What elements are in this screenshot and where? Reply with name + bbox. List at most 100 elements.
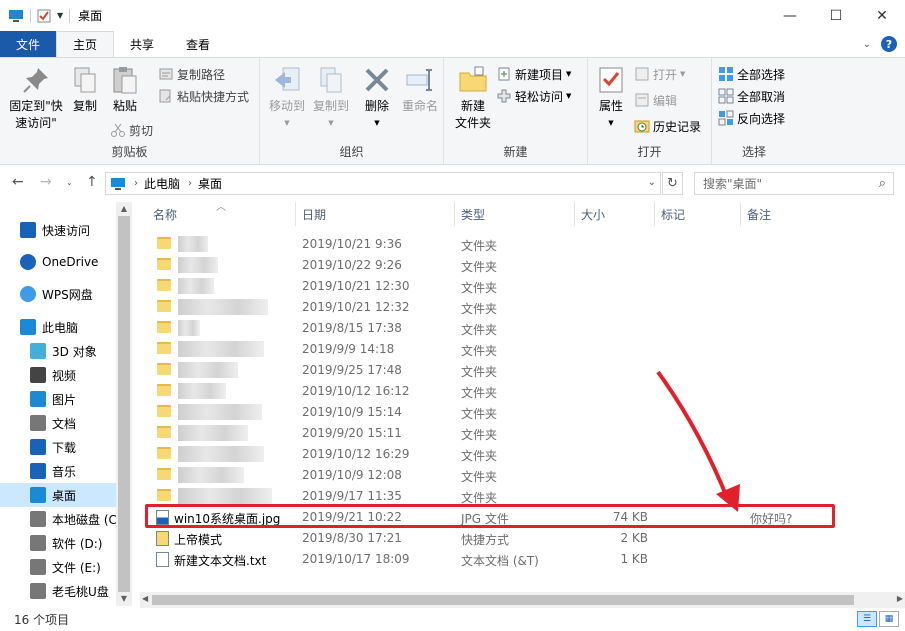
column-divider[interactable]: [654, 202, 655, 226]
pin-quick-access-button[interactable]: 固定到"快 速访问": [6, 64, 66, 132]
maximize-button[interactable]: ☐: [813, 0, 859, 31]
nav-item-label: 视频: [52, 368, 77, 383]
file-size: 2 KB: [620, 531, 648, 545]
history-button[interactable]: 历史记录: [634, 116, 701, 136]
new-item-button[interactable]: 新建项目 ▼: [496, 64, 571, 84]
document-icon: [30, 415, 46, 431]
nav-item-10[interactable]: 桌面: [0, 483, 116, 507]
nav-item-12[interactable]: 软件 (D:): [0, 531, 116, 555]
table-row[interactable]: 2019/9/9 14:18 文件夹: [148, 339, 838, 360]
search-input[interactable]: 搜索"桌面" ⌕: [694, 172, 894, 195]
nav-item-4[interactable]: 3D 对象: [0, 339, 116, 363]
nav-item-3[interactable]: 此电脑: [0, 315, 116, 339]
back-arrow-icon[interactable]: ←: [12, 174, 24, 190]
scrollbar-thumb[interactable]: [118, 216, 130, 592]
scroll-down-arrow-icon[interactable]: ▼: [116, 592, 132, 606]
move-to-label: 移动到: [268, 99, 305, 113]
file-date: 2019/10/9 15:14: [302, 405, 402, 419]
scrollbar-thumb[interactable]: [152, 595, 854, 605]
copy-to-button[interactable]: 复制到 ▼: [308, 64, 354, 132]
collapse-ribbon-chevron-icon[interactable]: ⌄: [863, 39, 871, 50]
copy-path-button[interactable]: 复制路径: [158, 64, 225, 84]
paste-shortcut-button[interactable]: 粘贴快捷方式: [158, 86, 249, 106]
close-button[interactable]: ✕: [859, 0, 905, 31]
nav-item-14[interactable]: 老毛桃U盘: [0, 579, 116, 603]
table-row[interactable]: 2019/10/9 15:14 文件夹: [148, 402, 838, 423]
tab-file[interactable]: 文件: [0, 31, 56, 57]
scroll-right-arrow-icon[interactable]: ▶: [897, 594, 903, 603]
table-row[interactable]: 2019/9/25 17:48 文件夹: [148, 360, 838, 381]
cut-button[interactable]: 剪切: [110, 120, 153, 140]
navigation-pane-scrollbar[interactable]: ▲ ▼: [116, 202, 132, 606]
scroll-left-arrow-icon[interactable]: ◀: [142, 594, 148, 603]
tab-home[interactable]: 主页: [56, 31, 115, 57]
table-row[interactable]: 2019/10/22 9:26 文件夹: [148, 255, 838, 276]
scroll-up-arrow-icon[interactable]: ▲: [116, 202, 132, 216]
column-divider[interactable]: [740, 202, 741, 226]
address-bar[interactable]: › 此电脑 › 桌面 ⌄: [105, 172, 661, 195]
move-to-button[interactable]: 移动到 ▼: [264, 64, 310, 132]
minimize-button[interactable]: —: [767, 0, 813, 31]
rename-button[interactable]: 重命名: [398, 64, 442, 115]
tab-view[interactable]: 查看: [170, 31, 226, 57]
forward-arrow-icon[interactable]: →: [40, 174, 52, 190]
select-all-button[interactable]: 全部选择: [718, 64, 785, 84]
table-row[interactable]: 2019/10/12 16:29 文件夹: [148, 444, 838, 465]
column-name[interactable]: 名称: [153, 206, 177, 223]
column-date[interactable]: 日期: [302, 206, 326, 223]
help-icon[interactable]: ?: [881, 36, 897, 52]
delete-button[interactable]: 删除 ▼: [360, 64, 394, 132]
refresh-button[interactable]: ↻: [662, 172, 683, 195]
copy-button[interactable]: 复制: [68, 64, 102, 115]
breadcrumb-chevron-icon[interactable]: ›: [188, 178, 192, 189]
table-row[interactable]: 上帝模式 2019/8/30 17:21 快捷方式 2 KB: [148, 528, 838, 549]
delete-x-icon: [365, 68, 389, 92]
column-divider[interactable]: [574, 202, 575, 226]
nav-item-0[interactable]: 快速访问: [0, 218, 116, 242]
breadcrumb-this-pc[interactable]: 此电脑: [144, 175, 180, 192]
column-divider[interactable]: [295, 202, 296, 226]
nav-item-9[interactable]: 音乐: [0, 459, 116, 483]
nav-item-6[interactable]: 图片: [0, 387, 116, 411]
nav-item-1[interactable]: OneDrive: [0, 250, 116, 274]
properties-check-icon[interactable]: [37, 9, 51, 23]
recent-locations-chevron-icon[interactable]: ⌄: [66, 178, 73, 187]
blurred-folder-name: [178, 278, 214, 294]
nav-item-8[interactable]: 下载: [0, 435, 116, 459]
up-arrow-icon[interactable]: ↑: [86, 174, 98, 190]
edit-button[interactable]: 编辑: [634, 90, 677, 110]
customize-toolbar-chevron-icon[interactable]: ▼: [57, 11, 63, 20]
table-row[interactable]: 2019/10/12 16:12 文件夹: [148, 381, 838, 402]
table-row[interactable]: 2019/9/20 15:11 文件夹: [148, 423, 838, 444]
column-size[interactable]: 大小: [581, 206, 605, 223]
nav-item-7[interactable]: 文档: [0, 411, 116, 435]
horizontal-scrollbar[interactable]: ◀ ▶: [140, 592, 905, 608]
large-icons-view-button[interactable]: ▦: [879, 611, 899, 627]
properties-button[interactable]: 属性 ▼: [594, 64, 628, 132]
column-type[interactable]: 类型: [461, 206, 485, 223]
column-divider[interactable]: [454, 202, 455, 226]
invert-selection-button[interactable]: 反向选择: [718, 108, 785, 128]
details-view-button[interactable]: ☰: [857, 611, 877, 627]
open-button[interactable]: 打开 ▼: [634, 64, 685, 84]
breadcrumb-chevron-icon[interactable]: ›: [134, 178, 138, 189]
nav-item-13[interactable]: 文件 (E:): [0, 555, 116, 579]
nav-item-5[interactable]: 视频: [0, 363, 116, 387]
table-row[interactable]: 2019/10/9 12:08 文件夹: [148, 465, 838, 486]
select-none-button[interactable]: 全部取消: [718, 86, 785, 106]
nav-item-2[interactable]: WPS网盘: [0, 282, 116, 306]
address-dropdown-chevron-icon[interactable]: ⌄: [648, 177, 656, 188]
table-row[interactable]: 2019/10/21 9:36 文件夹: [148, 234, 838, 255]
table-row[interactable]: 2019/10/21 12:32 文件夹: [148, 297, 838, 318]
column-notes[interactable]: 备注: [747, 206, 771, 223]
nav-item-11[interactable]: 本地磁盘 (C: [0, 507, 116, 531]
table-row[interactable]: 2019/10/21 12:30 文件夹: [148, 276, 838, 297]
table-row[interactable]: 新建文本文档.txt 2019/10/17 18:09 文本文档 (&T) 1 KB: [148, 549, 838, 570]
breadcrumb-desktop[interactable]: 桌面: [198, 175, 222, 192]
tab-share[interactable]: 共享: [114, 31, 170, 57]
table-row[interactable]: 2019/8/15 17:38 文件夹: [148, 318, 838, 339]
easy-access-button[interactable]: 轻松访问 ▼: [496, 86, 571, 106]
paste-button[interactable]: 粘贴: [108, 64, 142, 115]
new-folder-button[interactable]: 新建 文件夹: [450, 64, 496, 132]
column-tags[interactable]: 标记: [661, 206, 685, 223]
